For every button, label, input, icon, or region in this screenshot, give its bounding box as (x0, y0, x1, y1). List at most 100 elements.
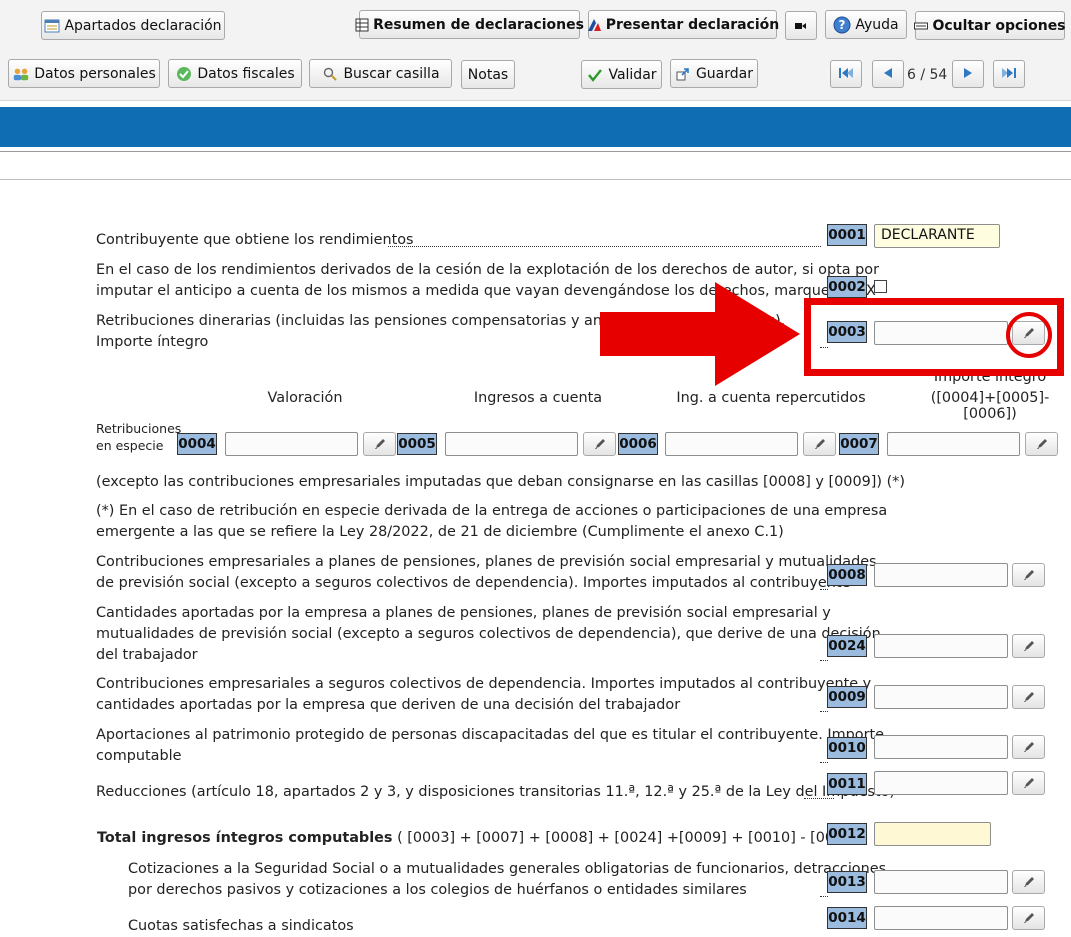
next-page-button[interactable] (952, 60, 984, 88)
field-0013[interactable] (874, 870, 1008, 894)
field-0011[interactable] (874, 771, 1008, 795)
edit-button-0011[interactable] (1012, 771, 1045, 795)
field-0007[interactable] (887, 432, 1020, 456)
label-0013-line1: Cotizaciones a la Seguridad Social o a m… (128, 861, 887, 877)
edit-button-0006[interactable] (803, 432, 836, 456)
code-0014: 0014 (827, 907, 867, 929)
svg-text:?: ? (839, 18, 846, 32)
label-0009-line2: cantidades aportadas por la empresa que … (96, 697, 681, 713)
label-0010-line2: computable (96, 748, 182, 764)
last-page-button[interactable] (993, 60, 1025, 88)
code-0006: 0006 (618, 433, 658, 455)
checkmark-icon (586, 66, 604, 84)
leader-dots (388, 246, 821, 247)
code-0009: 0009 (827, 686, 867, 708)
field-0006[interactable] (665, 432, 798, 456)
label-0002-line1: En el caso de los rendimientos derivados… (96, 262, 880, 278)
edit-button-0024[interactable] (1012, 634, 1045, 658)
edit-button-0010[interactable] (1012, 735, 1045, 759)
code-0004: 0004 (177, 433, 217, 455)
buscar-casilla-button[interactable]: Buscar casilla (309, 59, 452, 88)
label-0003-line2: Importe íntegro (96, 334, 209, 350)
label-0011: Reducciones (artículo 18, apartados 2 y … (96, 784, 895, 800)
label-0012-bold: Total ingresos íntegros computables (97, 830, 393, 846)
field-0008[interactable] (874, 563, 1008, 587)
checkbox-0002[interactable] (874, 280, 887, 293)
edit-button-0014[interactable] (1012, 906, 1045, 930)
field-0005[interactable] (445, 432, 578, 456)
edit-button-0009[interactable] (1012, 685, 1045, 709)
table-icon (355, 16, 369, 34)
camera-icon (792, 17, 810, 35)
label-0012-formula: ( [0003] + [0007] + [0008] + [0024] +[00… (397, 830, 869, 846)
note-asterisk-line2: emergente a las que se refiere la Ley 28… (96, 524, 784, 540)
toolbar: Apartados declaración Resumen de declara… (0, 0, 1071, 101)
col-valoracion: Valoración (267, 390, 343, 406)
validar-button[interactable]: Validar (581, 60, 662, 89)
code-0002: 0002 (827, 276, 867, 298)
pencil-icon (814, 435, 826, 454)
prev-page-icon (883, 67, 893, 82)
edit-button-0005[interactable] (583, 432, 616, 456)
label-0024-line2: mutualidades de previsión social (except… (96, 626, 881, 642)
guardar-button[interactable]: Guardar (670, 59, 758, 88)
form-icon (44, 17, 60, 35)
video-button[interactable] (785, 11, 817, 40)
code-0024: 0024 (827, 635, 867, 657)
last-page-icon (1001, 67, 1017, 82)
code-0010: 0010 (827, 737, 867, 759)
field-0014[interactable] (874, 906, 1008, 930)
prev-page-button[interactable] (872, 60, 904, 88)
notas-button[interactable]: Notas (461, 60, 515, 89)
first-page-button[interactable] (830, 60, 862, 88)
section-header-band (0, 107, 1071, 147)
keyboard-icon (914, 17, 929, 35)
edit-button-0013[interactable] (1012, 870, 1045, 894)
pencil-icon (1023, 909, 1035, 928)
page-indicator: 6 / 54 (907, 67, 948, 83)
edit-button-0007[interactable] (1025, 432, 1058, 456)
first-page-icon (838, 67, 854, 82)
ayuda-button[interactable]: ? Ayuda (825, 10, 907, 39)
apartados-button[interactable]: Apartados declaración (41, 11, 225, 40)
code-0008: 0008 (827, 564, 867, 586)
leader-dots (820, 660, 828, 661)
label-0024-line1: Cantidades aportadas por la empresa a pl… (96, 605, 831, 621)
pencil-icon (1023, 688, 1035, 707)
field-0010[interactable] (874, 735, 1008, 759)
datos-personales-button[interactable]: Datos personales (8, 59, 160, 88)
especie-label-line1: Retribuciones (96, 421, 182, 436)
field-0001[interactable]: DECLARANTE (874, 224, 1000, 248)
pencil-icon (1023, 774, 1035, 793)
label-0013-line2: por derechos pasivos y cotizaciones a lo… (128, 882, 747, 898)
export-icon (675, 65, 692, 83)
leader-dots (820, 589, 828, 590)
edit-button-0008[interactable] (1012, 563, 1045, 587)
label-0024-line3: del trabajador (96, 647, 198, 663)
ocultar-opciones-button[interactable]: Ocultar opciones (914, 11, 1066, 40)
pencil-icon (594, 435, 606, 454)
presentar-button[interactable]: Presentar declaración (587, 10, 779, 39)
next-page-icon (963, 67, 973, 82)
help-icon: ? (833, 16, 851, 34)
label-0012: Total ingresos íntegros computables ( [0… (97, 828, 868, 849)
pencil-icon (1036, 435, 1048, 454)
red-highlight-circle (1006, 312, 1052, 358)
label-0009-line1: Contribuciones empresariales a seguros c… (96, 676, 872, 692)
especie-label-line2: en especie (96, 438, 164, 453)
datos-fiscales-button[interactable]: Datos fiscales (168, 59, 302, 88)
red-arrow-annotation (600, 282, 800, 390)
edit-button-0004[interactable] (363, 432, 396, 456)
pencil-icon (1023, 637, 1035, 656)
code-0011: 0011 (827, 773, 867, 795)
field-0009[interactable] (874, 685, 1008, 709)
leader-dots (804, 798, 834, 799)
search-icon (321, 65, 339, 83)
field-0004[interactable] (225, 432, 358, 456)
divider (0, 179, 1071, 180)
leader-dots (820, 711, 828, 712)
field-0024[interactable] (874, 634, 1008, 658)
resumen-button[interactable]: Resumen de declaraciones (355, 10, 584, 39)
label-0010-line1: Aportaciones al patrimonio protegido de … (96, 727, 885, 743)
pencil-icon (1023, 873, 1035, 892)
